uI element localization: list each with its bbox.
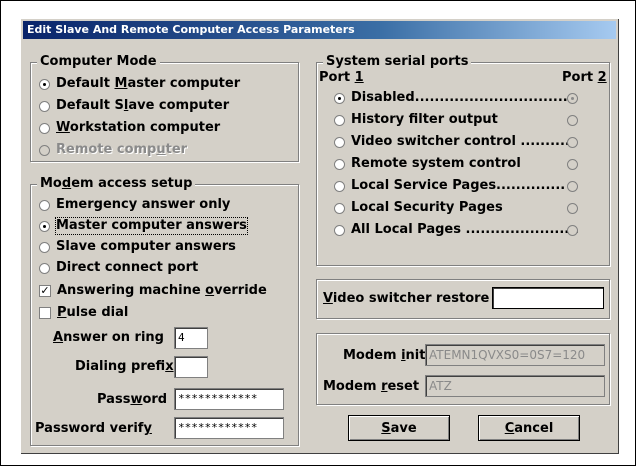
radio-direct-connect[interactable]: Direct connect port: [39, 260, 198, 276]
computer-mode-group: Computer Mode Default Master computer De…: [30, 54, 299, 162]
video-restore-group: Video switcher restore: [316, 279, 610, 319]
radio-label: Local Security Pages: [351, 200, 503, 215]
video-restore-input[interactable]: [492, 287, 604, 309]
password-label: Password: [97, 392, 168, 407]
radio-icon: [334, 202, 345, 214]
radio-icon: [334, 136, 345, 148]
answer-on-ring-input[interactable]: 4: [174, 327, 208, 349]
radio-icon: [39, 100, 50, 112]
radio-icon: [39, 78, 50, 90]
port1-local-service[interactable]: Local Service Pages..............: [334, 178, 565, 194]
radio-emergency-answer[interactable]: Emergency answer only: [39, 197, 230, 213]
port1-header: Port 1: [319, 70, 364, 85]
port2-local-service[interactable]: [567, 181, 584, 192]
radio-label: Remote system control: [351, 156, 521, 171]
radio-label: Slave computer answers: [56, 239, 236, 254]
radio-icon: [39, 220, 50, 232]
port2-header: Port 2: [562, 70, 607, 85]
radio-icon: [567, 203, 578, 214]
radio-label: Default Master computer: [56, 76, 241, 91]
serial-ports-group: System serial ports Port 1 Port 2 Disabl…: [316, 54, 610, 266]
radio-label: Workstation computer: [56, 120, 221, 135]
checkbox-pulse-dial[interactable]: Pulse dial: [39, 305, 128, 321]
port1-history-filter[interactable]: History filter output: [334, 112, 498, 128]
radio-icon: [39, 262, 50, 274]
port2-local-security[interactable]: [567, 203, 584, 214]
radio-icon: [567, 159, 578, 170]
port2-remote-system[interactable]: [567, 159, 584, 170]
dialing-prefix-input[interactable]: [174, 356, 208, 378]
radio-label: All Local Pages .......................: [351, 222, 580, 237]
password-input[interactable]: ************: [174, 388, 284, 410]
edit-access-dialog: Edit Slave And Remote Computer Access Pa…: [20, 18, 619, 454]
radio-label: Master computer answers: [55, 217, 248, 235]
radio-icon: [334, 180, 345, 192]
port2-video-switcher[interactable]: [567, 137, 584, 148]
modem-init-input[interactable]: ATEMN1QVXS0=0S7=120: [425, 344, 605, 366]
port1-remote-system[interactable]: Remote system control: [334, 156, 521, 172]
radio-master-answers[interactable]: Master computer answers: [39, 217, 248, 235]
radio-icon: [567, 137, 578, 148]
computer-mode-legend: Computer Mode: [37, 54, 160, 70]
dialing-prefix-label: Dialing prefix: [75, 359, 174, 374]
cancel-button[interactable]: Cancel: [478, 415, 580, 441]
port2-all-local[interactable]: [567, 225, 584, 236]
checkbox-answering-machine[interactable]: ✓ Answering machine override: [39, 283, 267, 299]
radio-workstation[interactable]: Workstation computer: [39, 120, 220, 136]
modem-access-legend: Modem access setup: [37, 176, 196, 192]
modem-init-label: Modem init: [343, 348, 426, 363]
radio-icon: [334, 92, 345, 104]
radio-label: Emergency answer only: [56, 197, 231, 212]
radio-default-slave[interactable]: Default Slave computer: [39, 98, 229, 114]
modem-access-group: Modem access setup Emergency answer only…: [30, 176, 299, 446]
password-verify-label: Password verify: [35, 421, 152, 436]
radio-icon: [567, 115, 578, 126]
modem-reset-input[interactable]: ATZ: [425, 375, 605, 397]
checkbox-label: Answering machine override: [57, 283, 267, 298]
radio-label: Disabled................................: [351, 90, 573, 105]
radio-icon: [567, 181, 578, 192]
check-icon: ✓: [39, 284, 51, 297]
radio-icon: [567, 93, 578, 104]
radio-icon: [39, 199, 50, 211]
dialog-title: Edit Slave And Remote Computer Access Pa…: [23, 21, 616, 39]
port2-disabled[interactable]: [567, 93, 584, 104]
radio-icon: [39, 122, 50, 134]
radio-remote-computer: Remote computer: [39, 142, 187, 158]
radio-label: Video switcher control ...........: [351, 134, 575, 149]
port2-history-filter[interactable]: [567, 115, 584, 126]
radio-label: Local Service Pages..............: [351, 178, 566, 193]
port1-local-security[interactable]: Local Security Pages: [334, 200, 503, 216]
radio-label: Direct connect port: [56, 260, 199, 275]
radio-icon: [334, 114, 345, 126]
radio-icon: [39, 241, 50, 253]
radio-icon: [39, 144, 50, 156]
radio-label: Default Slave computer: [56, 98, 230, 113]
radio-slave-answers[interactable]: Slave computer answers: [39, 239, 236, 255]
radio-default-master[interactable]: Default Master computer: [39, 76, 240, 92]
radio-label: Remote computer: [56, 142, 188, 157]
radio-icon: [334, 158, 345, 170]
radio-icon: [567, 225, 578, 236]
check-icon: [39, 307, 51, 319]
serial-ports-legend: System serial ports: [323, 54, 472, 70]
password-verify-input[interactable]: ************: [174, 417, 284, 439]
radio-icon: [334, 224, 345, 236]
radio-label: History filter output: [351, 112, 498, 127]
port1-video-switcher[interactable]: Video switcher control ...........: [334, 134, 575, 150]
save-button[interactable]: Save: [348, 415, 450, 441]
port1-all-local[interactable]: All Local Pages .......................: [334, 222, 579, 238]
checkbox-label: Pulse dial: [57, 305, 129, 320]
answer-on-ring-label: Answer on ring: [53, 330, 164, 345]
modem-strings-group: Modem init ATEMN1QVXS0=0S7=120 Modem res…: [316, 333, 610, 405]
port1-disabled[interactable]: Disabled................................: [334, 90, 573, 106]
modem-reset-label: Modem reset: [323, 379, 420, 394]
video-restore-label: Video switcher restore: [323, 291, 490, 306]
